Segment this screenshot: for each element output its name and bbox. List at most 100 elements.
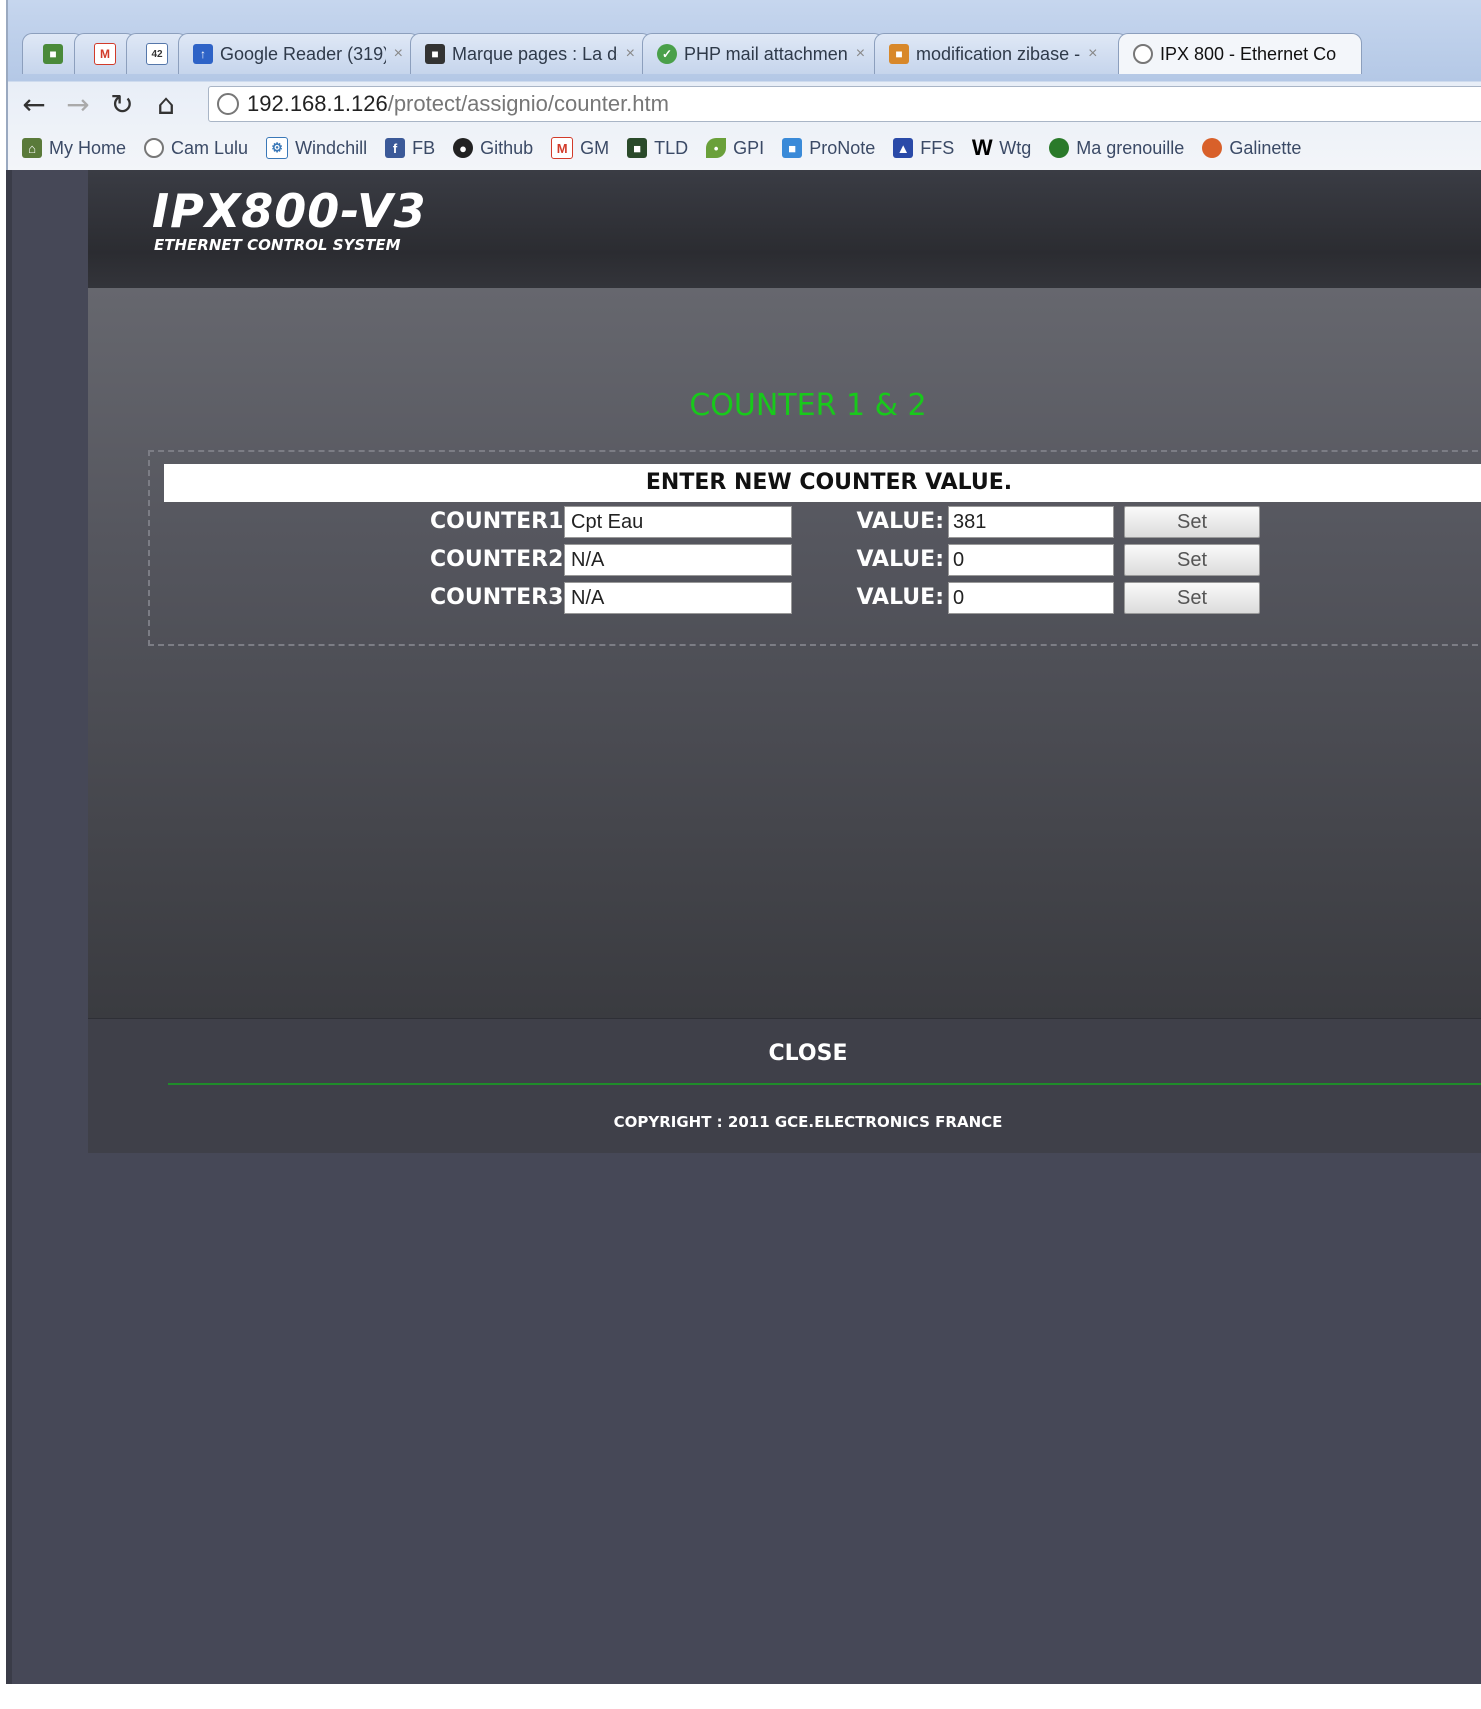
content-area: COUNTER 1 & 2 ENTER NEW COUNTER VALUE. C… [88,288,1481,1018]
copyright: COPYRIGHT : 2011 GCE.ELECTRONICS FRANCE [613,1113,1003,1131]
forward-arrow-icon[interactable]: → [60,86,96,122]
bookmark-label: Windchill [295,137,368,158]
home-icon: ⌂ [22,138,42,158]
tab-php-mail[interactable]: ✓ PHP mail attachmen × [642,33,884,74]
counter2-value-input[interactable] [948,544,1114,576]
calendar-icon: 42 [146,43,168,65]
bookmark-label: My Home [49,137,127,158]
bookmark-icon: ■ [425,44,445,64]
url-host: 192.168.1.126 [247,91,388,116]
home-icon[interactable]: ⌂ [148,86,184,122]
php-icon: ✓ [657,44,677,64]
pronote-icon: ■ [782,138,803,158]
bookmark-label: GPI [733,137,765,158]
close-link[interactable]: CLOSE [88,1041,1481,1066]
bookmark-my-home[interactable]: ⌂ My Home [22,138,126,159]
page-header: IPX800-V3 ETHERNET CONTROL SYSTEM [88,170,1481,288]
github-icon: ● [453,138,474,158]
bookmark-cam-lulu[interactable]: Cam Lulu [144,138,248,159]
bookmark-label: Cam Lulu [171,137,249,158]
enter-title: ENTER NEW COUNTER VALUE. [164,464,1481,502]
browser-chrome: ■ M 42 ↑ Google Reader (319) × ■ Marque pag… [6,0,1481,170]
tab-label: PHP mail attachmen [684,43,848,64]
counter-form: ENTER NEW COUNTER VALUE. COUNTER1: VALUE… [148,450,1481,646]
bookmark-fb[interactable]: f FB [385,138,435,159]
close-icon[interactable]: × [856,45,865,63]
gmail-icon: M [551,137,574,159]
egg-icon [1202,138,1223,158]
globe-icon [144,138,165,158]
bookmark-label: GM [580,137,610,158]
nav-bar: ← → ↻ ⌂ 192.168.1.126/protect/assignio/c… [8,82,1481,126]
value-label: VALUE: [856,509,944,534]
tab-ipx800[interactable]: IPX 800 - Ethernet Co [1118,33,1362,74]
bookmark-galinette[interactable]: Galinette [1202,138,1301,159]
tab-label: modification zibase - [916,43,1081,64]
bookmark-label: Github [480,137,534,158]
counter1-name-input[interactable] [564,506,792,538]
close-icon[interactable]: × [626,45,635,63]
bookmark-label: Ma grenouille [1076,137,1185,158]
bookmark-label: ProNote [809,137,876,158]
close-icon[interactable]: × [1088,45,1097,63]
divider [168,1083,1481,1085]
reload-icon[interactable]: ↻ [104,86,140,122]
counter-label: COUNTER2: [430,547,573,572]
counter1-set-button[interactable]: Set [1124,506,1260,538]
frog-icon [1049,138,1070,158]
bookmark-gpi[interactable]: • GPI [706,138,764,159]
tab-label: Marque pages : La dc [452,43,618,64]
counter-label: COUNTER3: [430,585,573,610]
bookmark-label: TLD [654,137,689,158]
logo-subtitle: ETHERNET CONTROL SYSTEM [154,236,401,254]
logo-title: IPX800-V3 [152,184,427,238]
counter-row: COUNTER1: VALUE: Set [150,504,1481,540]
bookmark-label: FFS [920,137,955,158]
bookmark-label: Galinette [1229,137,1302,158]
url-path: /protect/assignio/counter.htm [387,91,669,116]
windchill-icon: ⚙ [266,137,289,159]
tab-marque-pages[interactable]: ■ Marque pages : La dc × [410,33,652,74]
facebook-icon: f [385,138,406,158]
tab-label: IPX 800 - Ethernet Co [1160,43,1337,64]
page-viewport: IPX800-V3 ETHERNET CONTROL SYSTEM COUNTE… [6,170,1481,1684]
leaf-icon: • [706,138,727,158]
address-bar[interactable]: 192.168.1.126/protect/assignio/counter.h… [208,86,1481,122]
bookmark-tld[interactable]: ■ TLD [627,138,688,159]
bookmark-ffs[interactable]: ▲ FFS [893,138,954,159]
page-info-icon[interactable] [217,93,239,115]
gmail-icon: M [94,43,116,65]
bookmark-gm[interactable]: M GM [551,137,609,159]
value-label: VALUE: [856,585,944,610]
zibase-icon: ■ [889,44,909,64]
counter1-value-input[interactable] [948,506,1114,538]
tld-icon: ■ [627,138,648,158]
bookmark-github[interactable]: ● Github [453,138,533,159]
status-strip [0,1684,1481,1709]
close-icon[interactable]: × [394,45,403,63]
bookmark-ma-grenouille[interactable]: Ma grenouille [1049,138,1184,159]
bookmark-wtg[interactable]: W Wtg [971,135,1032,160]
counter-label: COUNTER1: [430,509,573,534]
wikipedia-icon: W [971,135,993,160]
counter-heading: COUNTER 1 & 2 [689,388,927,423]
counter2-name-input[interactable] [564,544,792,576]
bookmark-label: FB [412,137,436,158]
tab-zibase[interactable]: ■ modification zibase - × [874,33,1128,74]
evernote-icon: ■ [43,44,63,64]
counter3-name-input[interactable] [564,582,792,614]
globe-icon [1133,44,1153,64]
counter2-set-button[interactable]: Set [1124,544,1260,576]
bookmark-windchill[interactable]: ⚙ Windchill [266,137,367,159]
google-reader-icon: ↑ [193,44,213,64]
tab-google-reader[interactable]: ↑ Google Reader (319) × [178,33,420,74]
ffs-icon: ▲ [893,138,914,158]
counter-row: COUNTER3: VALUE: Set [150,580,1481,616]
back-arrow-icon[interactable]: ← [16,86,52,122]
counter3-set-button[interactable]: Set [1124,582,1260,614]
counter3-value-input[interactable] [948,582,1114,614]
bookmarks-bar: ⌂ My Home Cam Lulu ⚙ Windchill f FB ● Github… [22,130,1319,166]
value-label: VALUE: [856,547,944,572]
bookmark-pronote[interactable]: ■ ProNote [782,138,875,159]
bookmark-label: Wtg [999,137,1032,158]
